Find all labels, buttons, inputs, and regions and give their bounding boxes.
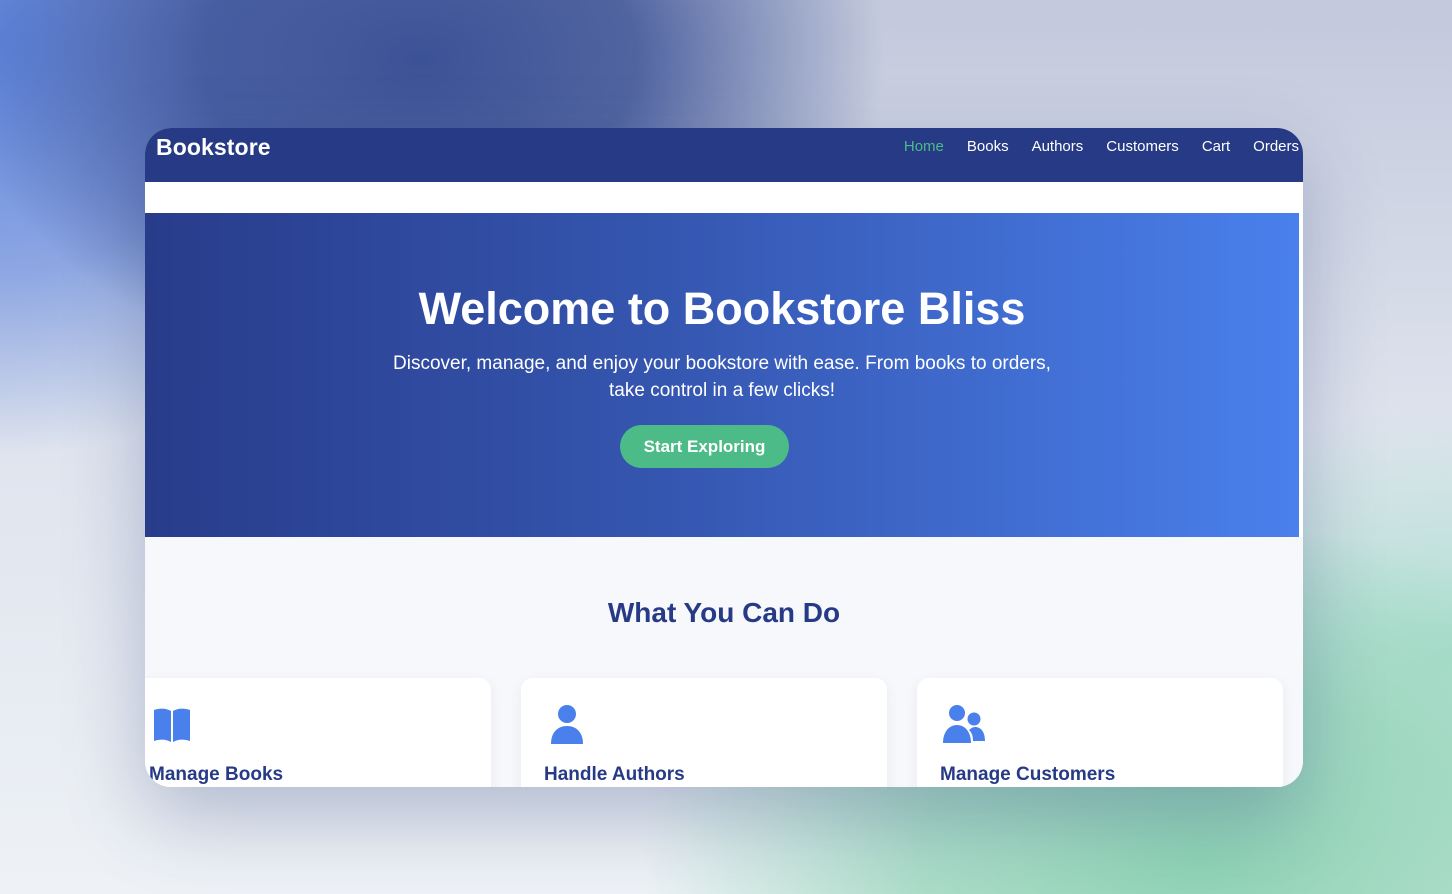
users-icon (943, 705, 985, 743)
brand-logo[interactable]: Bookstore (156, 134, 271, 161)
open-book-icon (154, 708, 190, 742)
feature-card-manage-customers[interactable]: Manage Customers (917, 678, 1283, 787)
nav-links: Home Books Authors Customers Cart Orders (881, 138, 1299, 155)
user-icon (551, 705, 583, 744)
nav-link-authors[interactable]: Authors (1032, 138, 1084, 155)
app-window: Bookstore Home Books Authors Customers C… (145, 128, 1303, 787)
feature-card-title: Manage Customers (940, 764, 1116, 785)
start-exploring-button[interactable]: Start Exploring (620, 425, 789, 468)
nav-link-customers[interactable]: Customers (1106, 138, 1179, 155)
navbar: Bookstore Home Books Authors Customers C… (145, 128, 1303, 182)
nav-link-cart[interactable]: Cart (1202, 138, 1230, 155)
hero-title: Welcome to Bookstore Bliss (418, 283, 1026, 334)
feature-card-handle-authors[interactable]: Handle Authors (521, 678, 887, 787)
feature-card-title: Manage Books (149, 764, 284, 785)
nav-link-home[interactable]: Home (904, 138, 944, 155)
nav-link-orders[interactable]: Orders (1253, 138, 1299, 155)
feature-card-title: Handle Authors (544, 764, 685, 785)
features-title: What You Can Do (607, 597, 841, 628)
features-section: What You Can Do Manage Books Handle Auth… (145, 537, 1303, 787)
hero-subtitle: Discover, manage, and enjoy your booksto… (393, 353, 1051, 401)
nav-spacer (145, 182, 1303, 213)
feature-card-manage-books[interactable]: Manage Books (145, 678, 491, 787)
nav-link-books[interactable]: Books (967, 138, 1009, 155)
hero-section: Welcome to Bookstore Bliss Discover, man… (145, 213, 1299, 537)
